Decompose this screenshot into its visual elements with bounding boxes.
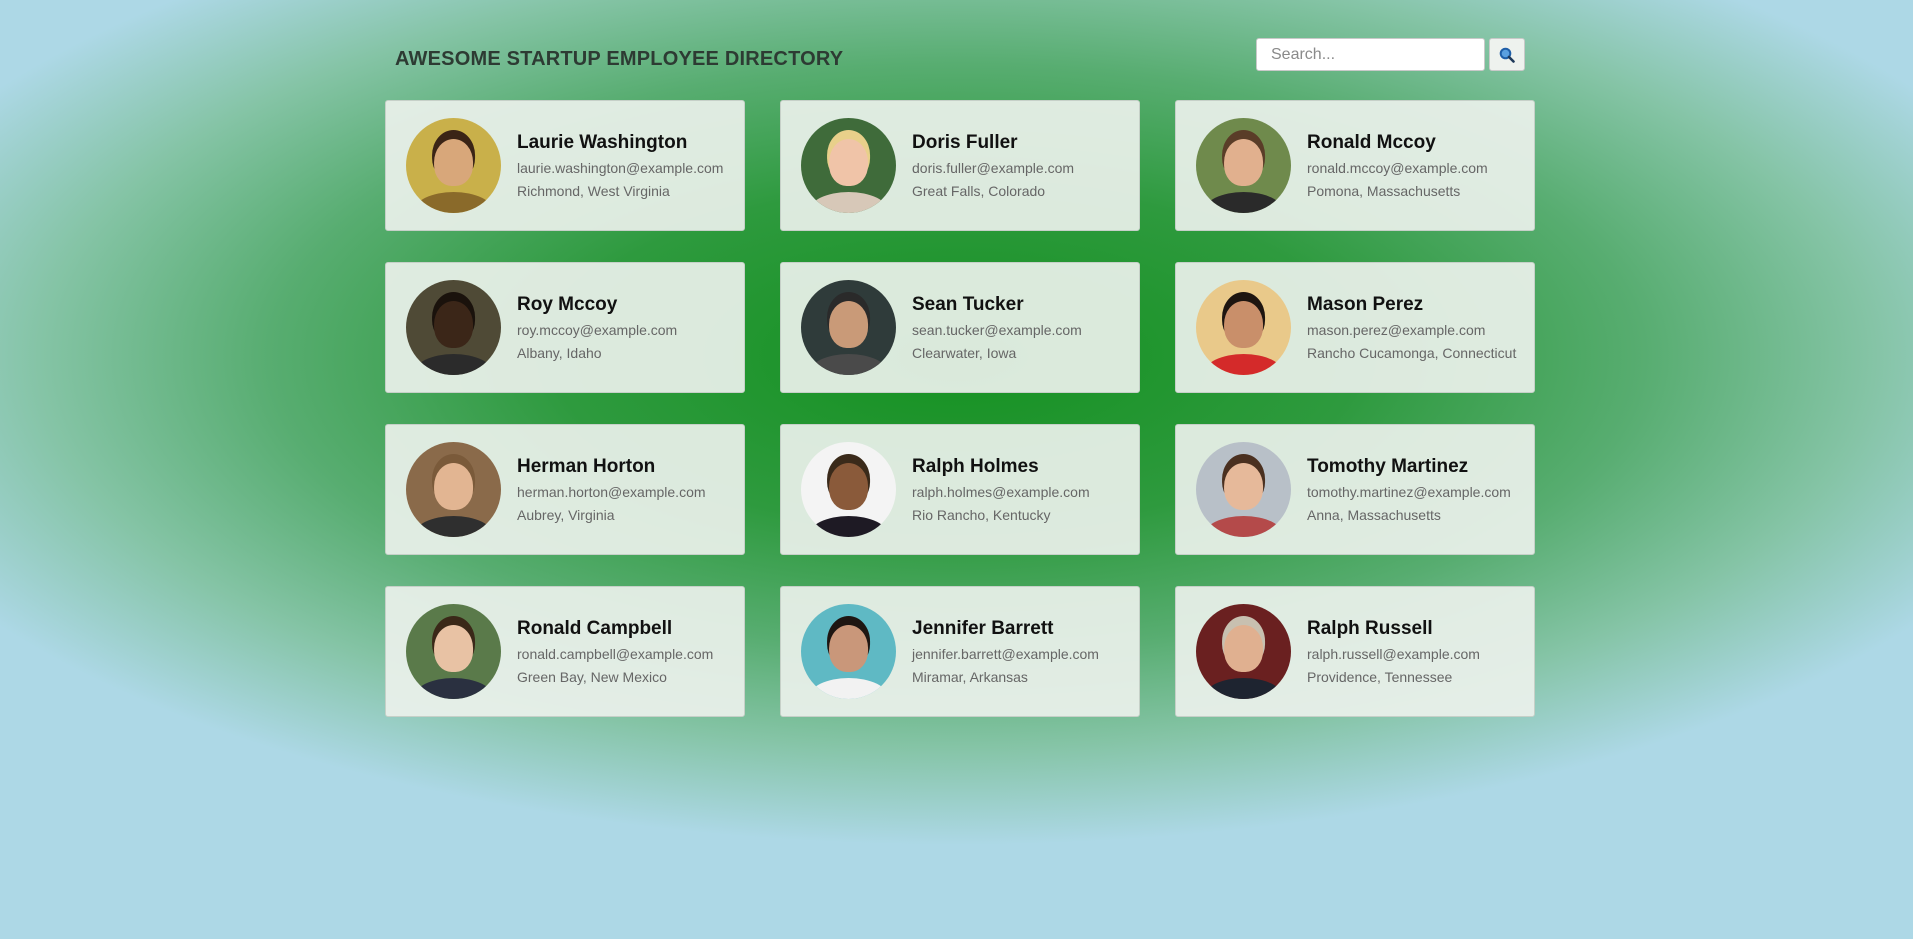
employee-info: Ralph Russell ralph.russell@example.com Pr… bbox=[1307, 618, 1480, 686]
avatar bbox=[801, 118, 896, 213]
employee-location: Green Bay, New Mexico bbox=[517, 668, 667, 685]
employee-info: Ronald Mccoy ronald.mccoy@example.com Pomo… bbox=[1307, 132, 1488, 200]
avatar bbox=[406, 280, 501, 375]
employee-name: Laurie Washington bbox=[517, 131, 688, 153]
employee-info: Mason Perez mason.perez@example.com Rancho… bbox=[1307, 294, 1516, 362]
employee-grid: Laurie Washington laurie.washington@examp… bbox=[385, 100, 1535, 717]
employee-name: Tomothy Martinez bbox=[1307, 455, 1469, 477]
employee-card[interactable]: Mason Perez mason.perez@example.com Rancho… bbox=[1175, 262, 1535, 393]
employee-email: doris.fuller@example.com bbox=[912, 159, 1075, 176]
employee-email: mason.perez@example.com bbox=[1307, 321, 1486, 338]
avatar bbox=[1196, 118, 1291, 213]
employee-info: Ronald Campbell ronald.campbell@example.c… bbox=[517, 618, 713, 686]
search-form bbox=[1256, 38, 1525, 71]
employee-name: Roy Mccoy bbox=[517, 293, 618, 315]
employee-card[interactable]: Jennifer Barrett jennifer.barrett@example… bbox=[780, 586, 1140, 717]
avatar bbox=[406, 604, 501, 699]
employee-info: Jennifer Barrett jennifer.barrett@example… bbox=[912, 618, 1099, 686]
employee-card[interactable]: Laurie Washington laurie.washington@examp… bbox=[385, 100, 745, 231]
employee-email: sean.tucker@example.com bbox=[912, 321, 1082, 338]
employee-location: Richmond, West Virginia bbox=[517, 182, 670, 199]
avatar bbox=[801, 442, 896, 537]
employee-location: Anna, Massachusetts bbox=[1307, 506, 1441, 523]
search-input[interactable] bbox=[1256, 38, 1485, 71]
page-title: AWESOME STARTUP EMPLOYEE DIRECTORY bbox=[395, 48, 844, 70]
employee-info: Herman Horton herman.horton@example.com Au… bbox=[517, 456, 706, 524]
employee-name: Ralph Russell bbox=[1307, 617, 1433, 639]
employee-card[interactable]: Ronald Campbell ronald.campbell@example.c… bbox=[385, 586, 745, 717]
employee-card[interactable]: Ronald Mccoy ronald.mccoy@example.com Pomo… bbox=[1175, 100, 1535, 231]
employee-info: Roy Mccoy roy.mccoy@example.com Albany, Id… bbox=[517, 294, 677, 362]
employee-email: laurie.washington@example.com bbox=[517, 159, 724, 176]
page-header: AWESOME STARTUP EMPLOYEE DIRECTORY bbox=[395, 38, 1525, 74]
employee-email: tomothy.martinez@example.com bbox=[1307, 483, 1511, 500]
avatar bbox=[801, 604, 896, 699]
employee-card[interactable]: Doris Fuller doris.fuller@example.com Grea… bbox=[780, 100, 1140, 231]
employee-name: Jennifer Barrett bbox=[912, 617, 1054, 639]
employee-name: Mason Perez bbox=[1307, 293, 1424, 315]
employee-name: Doris Fuller bbox=[912, 131, 1018, 153]
employee-email: ronald.mccoy@example.com bbox=[1307, 159, 1488, 176]
employee-email: ralph.russell@example.com bbox=[1307, 645, 1480, 662]
employee-location: Rancho Cucamonga, Connecticut bbox=[1307, 344, 1517, 361]
avatar bbox=[1196, 604, 1291, 699]
employee-name: Herman Horton bbox=[517, 455, 656, 477]
employee-location: Great Falls, Colorado bbox=[912, 182, 1046, 199]
avatar bbox=[406, 442, 501, 537]
employee-name: Ralph Holmes bbox=[912, 455, 1039, 477]
employee-info: Laurie Washington laurie.washington@examp… bbox=[517, 132, 723, 200]
employee-location: Clearwater, Iowa bbox=[912, 344, 1017, 361]
employee-card[interactable]: Roy Mccoy roy.mccoy@example.com Albany, Id… bbox=[385, 262, 745, 393]
employee-location: Pomona, Massachusetts bbox=[1307, 182, 1461, 199]
employee-location: Miramar, Arkansas bbox=[912, 668, 1028, 685]
employee-card[interactable]: Sean Tucker sean.tucker@example.com Clearw… bbox=[780, 262, 1140, 393]
employee-email: ralph.holmes@example.com bbox=[912, 483, 1090, 500]
avatar bbox=[1196, 442, 1291, 537]
employee-name: Ronald Mccoy bbox=[1307, 131, 1436, 153]
employee-email: herman.horton@example.com bbox=[517, 483, 706, 500]
employee-name: Ronald Campbell bbox=[517, 617, 673, 639]
employee-info: Doris Fuller doris.fuller@example.com Grea… bbox=[912, 132, 1074, 200]
employee-location: Aubrey, Virginia bbox=[517, 506, 615, 523]
employee-card[interactable]: Tomothy Martinez tomothy.martinez@example… bbox=[1175, 424, 1535, 555]
employee-email: ronald.campbell@example.com bbox=[517, 645, 714, 662]
employee-info: Tomothy Martinez tomothy.martinez@example… bbox=[1307, 456, 1511, 524]
employee-location: Rio Rancho, Kentucky bbox=[912, 506, 1051, 523]
employee-info: Sean Tucker sean.tucker@example.com Clearw… bbox=[912, 294, 1082, 362]
employee-name: Sean Tucker bbox=[912, 293, 1024, 315]
avatar bbox=[406, 118, 501, 213]
employee-card[interactable]: Ralph Holmes ralph.holmes@example.com Rio … bbox=[780, 424, 1140, 555]
search-button[interactable] bbox=[1489, 38, 1525, 71]
employee-card[interactable]: Herman Horton herman.horton@example.com Au… bbox=[385, 424, 745, 555]
avatar bbox=[1196, 280, 1291, 375]
avatar bbox=[801, 280, 896, 375]
employee-email: jennifer.barrett@example.com bbox=[912, 645, 1099, 662]
employee-email: roy.mccoy@example.com bbox=[517, 321, 678, 338]
employee-location: Providence, Tennessee bbox=[1307, 668, 1453, 685]
employee-info: Ralph Holmes ralph.holmes@example.com Rio … bbox=[912, 456, 1090, 524]
search-icon bbox=[1499, 47, 1515, 63]
employee-location: Albany, Idaho bbox=[517, 344, 602, 361]
employee-card[interactable]: Ralph Russell ralph.russell@example.com Pr… bbox=[1175, 586, 1535, 717]
